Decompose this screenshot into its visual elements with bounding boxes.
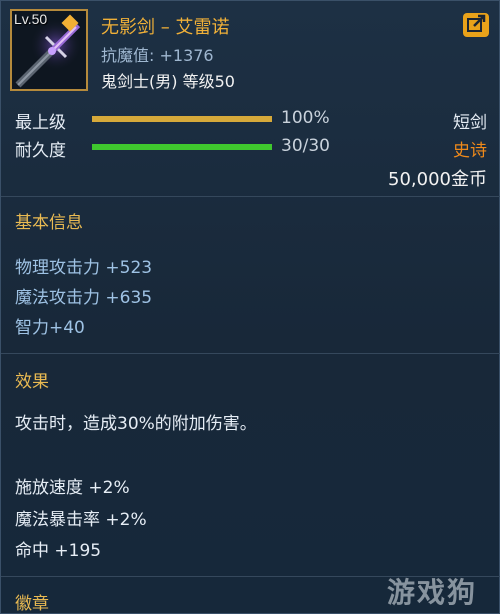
stat-magic-attack: 魔法攻击力 +635 <box>15 288 153 308</box>
item-rarity: 史诗 <box>453 141 487 161</box>
effect-description: 攻击时，造成30%的附加伤害。 <box>15 414 257 434</box>
basic-info-title: 基本信息 <box>15 213 83 233</box>
share-export-icon[interactable] <box>463 13 489 37</box>
upgrade-bar <box>92 116 272 122</box>
upgrade-bar-fill <box>92 116 272 122</box>
item-price: 50,000金币 <box>388 169 487 190</box>
divider <box>1 196 500 197</box>
watermark-logo: 游戏狗 <box>387 576 478 609</box>
durability-bar-fill <box>92 144 272 150</box>
item-name: 无影剑 – 艾雷诺 <box>101 17 230 38</box>
divider <box>1 353 500 354</box>
stat-physical-attack: 物理攻击力 +523 <box>15 258 153 278</box>
durability-value: 30/30 <box>281 136 330 156</box>
stat-magic-crit: 魔法暴击率 +2% <box>15 510 147 530</box>
item-icon-frame: Lv.50 <box>10 9 88 91</box>
durability-label: 耐久度 <box>15 141 66 161</box>
effects-title: 效果 <box>15 372 49 392</box>
badge-section-title: 徽章 <box>15 594 49 614</box>
stat-intelligence: 智力+40 <box>15 318 85 338</box>
resist-value: 抗魔值: +1376 <box>101 46 214 65</box>
class-level-requirement: 鬼剑士(男) 等级50 <box>101 72 235 91</box>
item-tooltip-panel: Lv.50 无影剑 – 艾雷诺 抗魔值: +1376 鬼剑士(男) 等级50 最… <box>0 0 500 614</box>
stat-hit: 命中 +195 <box>15 541 102 561</box>
upgrade-label: 最上级 <box>15 113 66 133</box>
stat-cast-speed: 施放速度 +2% <box>15 478 130 498</box>
durability-bar <box>92 144 272 150</box>
item-level-badge: Lv.50 <box>14 11 48 27</box>
upgrade-value: 100% <box>281 108 330 128</box>
item-type: 短剑 <box>453 113 487 133</box>
